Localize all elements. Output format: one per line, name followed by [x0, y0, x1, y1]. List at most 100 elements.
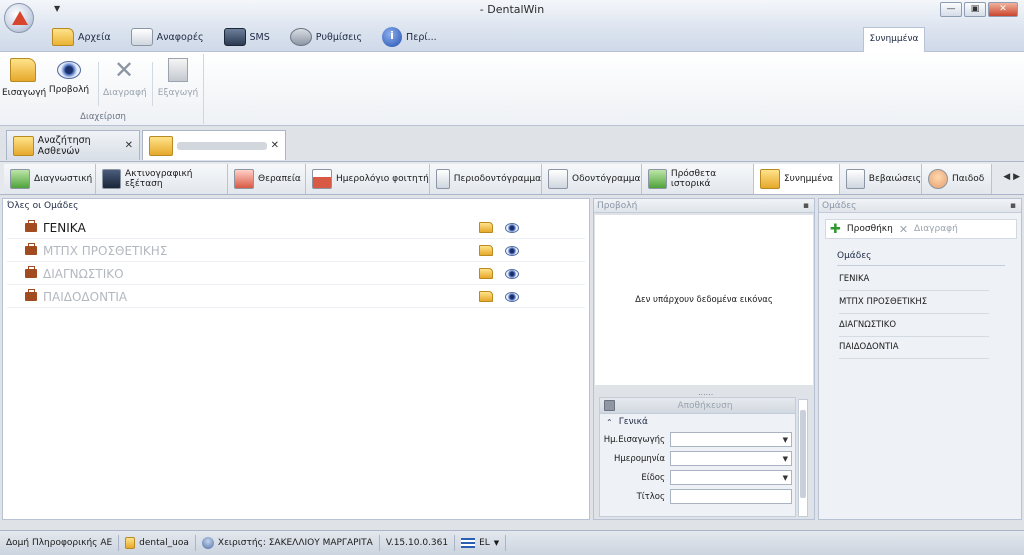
- add-group-button[interactable]: Προσθήκη: [847, 224, 893, 234]
- list-item[interactable]: ΓΕΝΙΚΑ: [839, 274, 989, 291]
- tab-additional-history[interactable]: Πρόσθετα ιστορικά: [642, 164, 754, 194]
- database-icon: [125, 537, 136, 549]
- list-item[interactable]: ΔΙΑΓΝΩΣΤΙΚΟ: [839, 320, 989, 337]
- tab-pediatric-label: Παιδοδ: [952, 174, 985, 184]
- import-button[interactable]: Εισαγωγή: [2, 58, 47, 98]
- ribbon-group-label: Διαχείριση: [80, 112, 126, 122]
- group-row[interactable]: ΜΤΠΧ ΠΡΟΣΘΕΤΙΚΗΣ: [7, 240, 585, 262]
- open-folder-icon[interactable]: [479, 268, 493, 279]
- user-icon: [201, 537, 214, 549]
- tab-xray[interactable]: Ακτινογραφική εξέταση: [96, 164, 228, 194]
- briefcase-icon: [25, 243, 37, 255]
- calendar-icon: [312, 169, 332, 189]
- eye-icon[interactable]: [505, 292, 519, 302]
- pane-splitter[interactable]: ......: [698, 388, 713, 397]
- pin-icon[interactable]: ▪: [1010, 199, 1016, 213]
- tab-odontogram[interactable]: Οδοντόγραμμα: [542, 164, 642, 194]
- menu-reports[interactable]: Αναφορές: [121, 26, 214, 48]
- attachments-icon: [760, 169, 780, 189]
- open-folder-icon[interactable]: [479, 222, 493, 233]
- pediatric-icon: [928, 169, 948, 189]
- close-button[interactable]: ✕: [988, 2, 1018, 17]
- groups-side-header: Ομάδες ▪: [819, 199, 1021, 213]
- general-section-header[interactable]: ⌃ Γενικά: [600, 414, 795, 430]
- groups-side-title: Ομάδες: [822, 201, 857, 211]
- tab-attachments[interactable]: Συνημμένα: [754, 164, 840, 194]
- form-row-title: Τίτλος: [600, 487, 795, 506]
- tab-pediatric[interactable]: Παιδοδ: [922, 164, 992, 194]
- odontogram-icon: [548, 169, 568, 189]
- patient-search-icon: [13, 135, 34, 156]
- scrollbar-thumb[interactable]: [800, 410, 806, 498]
- group-row[interactable]: ΔΙΑΓΝΩΣΤΙΚΟ: [7, 263, 585, 285]
- list-item[interactable]: ΜΤΠΧ ΠΡΟΣΘΕΤΙΚΗΣ: [839, 297, 989, 314]
- info-icon: i: [382, 27, 403, 47]
- general-section-label: Γενικά: [618, 417, 648, 427]
- import-label: Εισαγωγή: [2, 88, 47, 98]
- view-button[interactable]: Προβολή: [48, 58, 90, 95]
- groups-list-title: Ομάδες: [837, 251, 872, 261]
- form-scrollbar[interactable]: [798, 399, 808, 517]
- menu-sms-label: SMS: [249, 31, 270, 43]
- tab-attachments-label: Συνημμένα: [784, 174, 833, 184]
- form-row-date: Ημερομηνία ▼: [600, 449, 795, 468]
- patient-card-icon: [149, 135, 173, 156]
- menu-sms[interactable]: SMS: [214, 26, 280, 48]
- status-version: V.15.10.0.361: [380, 535, 456, 551]
- language-selector[interactable]: EL ▼: [455, 535, 507, 551]
- main-area: Όλες οι Ομάδες ΓΕΝΙΚΑ ΜΤΠΧ ΠΡΟΣΘΕΤΙΚΗΣ Δ…: [0, 196, 1024, 522]
- delete-group-button[interactable]: Διαγραφή: [914, 224, 958, 234]
- status-user-label: Χειριστής: ΣΑΚΕΛΛΙΟΥ ΜΑΡΓΑΡΙΤΑ: [217, 538, 373, 548]
- diagnostic-icon: [10, 169, 30, 189]
- groups-toolbar: ✚ Προσθήκη ✕ Διαγραφή: [825, 219, 1017, 239]
- open-folder-icon[interactable]: [479, 291, 493, 302]
- export-button[interactable]: Εξαγωγή: [157, 58, 199, 98]
- certificates-icon: [846, 169, 865, 189]
- type-dropdown[interactable]: ▼: [670, 470, 792, 485]
- status-bar: Δομή Πληροφορικής ΑΕ dental_uoa Χειριστή…: [0, 530, 1024, 555]
- title-field[interactable]: [670, 489, 792, 504]
- delete-label: Διαγραφή: [103, 88, 147, 98]
- tab-student-calendar[interactable]: Ημερολόγιο φοιτητή: [306, 164, 430, 194]
- menu-files[interactable]: Αρχεία: [42, 26, 121, 48]
- title-label: Τίτλος: [636, 491, 665, 502]
- context-tab-attachments[interactable]: Συνημμένα: [863, 27, 925, 52]
- briefcase-icon: [25, 220, 37, 232]
- eye-icon[interactable]: [505, 269, 519, 279]
- sms-icon: [223, 28, 246, 46]
- eye-icon[interactable]: [505, 223, 519, 233]
- delete-button[interactable]: ✕ Διαγραφή: [103, 58, 147, 98]
- group-row[interactable]: ΠΑΙΔΟΔΟΝΤΙΑ: [7, 286, 585, 308]
- tab-treatment[interactable]: Θεραπεία: [228, 164, 306, 194]
- doc-tab-patient-search[interactable]: Αναζήτηση Ασθενών ✕: [6, 130, 140, 160]
- briefcase-icon: [25, 266, 37, 278]
- group-row-name: ΓΕΝΙΚΑ: [43, 220, 86, 235]
- preview-pane-header: Προβολή ▪: [594, 199, 814, 213]
- tab-certificates[interactable]: Βεβαιώσεις: [840, 164, 922, 194]
- tab-periodontogram[interactable]: Περιοδοντόγραμμα: [430, 164, 542, 194]
- open-folder-icon: [10, 58, 36, 82]
- treatment-icon: [234, 169, 254, 189]
- menu-settings[interactable]: Ρυθμίσεις: [280, 26, 372, 48]
- tab-scroll-arrows[interactable]: ◀ ▶: [1003, 172, 1020, 182]
- menu-about[interactable]: i Περί...: [372, 26, 447, 48]
- open-folder-icon[interactable]: [479, 245, 493, 256]
- doc-tab-close-icon[interactable]: ✕: [125, 140, 133, 151]
- folder-icon: [52, 28, 74, 46]
- list-item[interactable]: ΠΑΙΔΟΔΟΝΤΙΑ: [839, 342, 989, 359]
- status-company: Δομή Πληροφορικής ΑΕ: [0, 535, 120, 551]
- doc-tab-close-icon[interactable]: ✕: [271, 140, 279, 151]
- date-dropdown[interactable]: ▼: [670, 451, 792, 466]
- minimize-button[interactable]: —: [940, 2, 962, 17]
- import-date-dropdown[interactable]: ▼: [670, 432, 792, 447]
- doc-tab-patient[interactable]: ✕: [142, 130, 286, 160]
- eye-icon[interactable]: [505, 246, 519, 256]
- pin-icon[interactable]: ▪: [803, 199, 809, 213]
- chevron-down-icon: ▼: [782, 436, 788, 444]
- maximize-button[interactable]: ▣: [964, 2, 986, 17]
- save-button[interactable]: Αποθήκευση: [600, 398, 795, 414]
- group-row[interactable]: ΓΕΝΙΚΑ: [7, 217, 585, 239]
- status-database-label: dental_uoa: [139, 538, 189, 548]
- tab-diagnostic[interactable]: Διαγνωστική: [4, 164, 96, 194]
- tab-additional-history-label: Πρόσθετα ιστορικά: [670, 169, 717, 189]
